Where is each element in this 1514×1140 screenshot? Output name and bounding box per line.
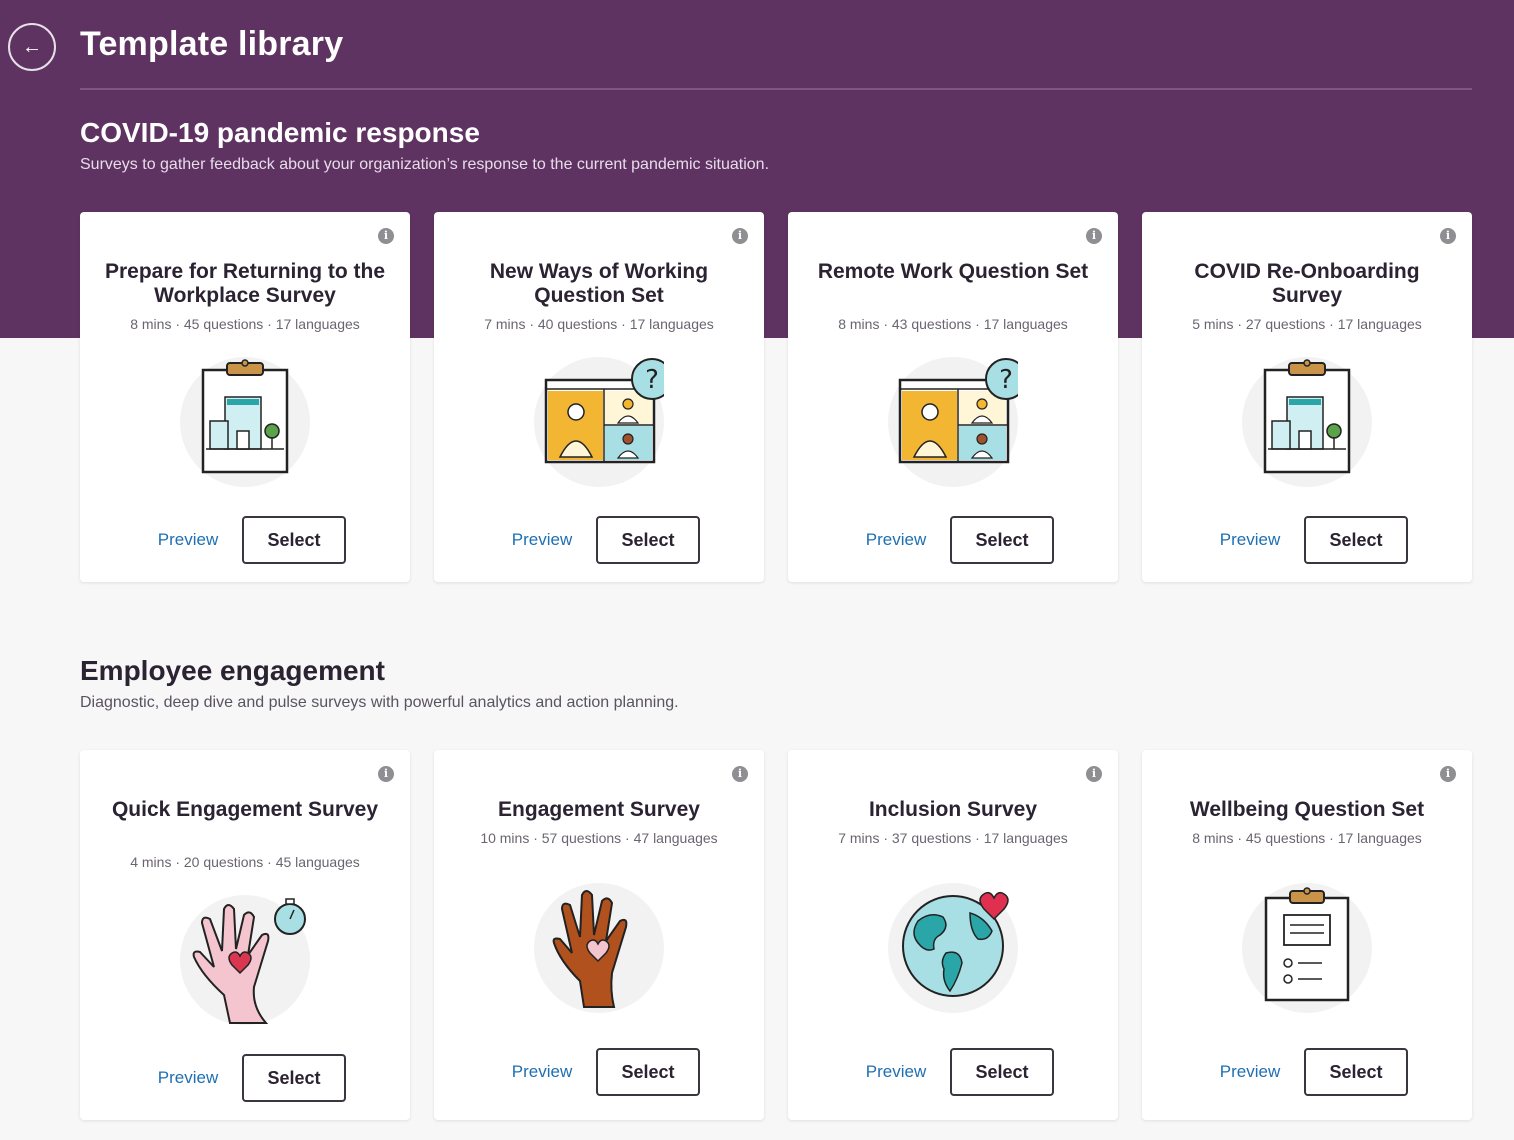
svg-text:?: ?	[645, 365, 659, 395]
clipboard-checklist-icon	[1242, 883, 1372, 1013]
preview-link[interactable]: Preview	[864, 530, 928, 550]
preview-link[interactable]: Preview	[1218, 1062, 1282, 1082]
clipboard-building-icon	[180, 357, 310, 487]
preview-link[interactable]: Preview	[510, 530, 574, 550]
preview-link[interactable]: Preview	[156, 530, 220, 550]
template-card: i New Ways of Working Question Set 7 min…	[434, 212, 764, 582]
template-card: i Prepare for Returning to the Workplace…	[80, 212, 410, 582]
card-meta: 8 mins · 45 questions · 17 languages	[1192, 830, 1422, 846]
select-button[interactable]: Select	[1304, 516, 1408, 564]
template-card: i Engagement Survey 10 mins · 57 questio…	[434, 750, 764, 1120]
card-meta: 5 mins · 27 questions · 17 languages	[1192, 316, 1422, 332]
select-button[interactable]: Select	[1304, 1048, 1408, 1096]
preview-link[interactable]: Preview	[1218, 530, 1282, 550]
preview-link[interactable]: Preview	[864, 1062, 928, 1082]
video-call-question-icon: ?	[888, 357, 1018, 487]
header-divider	[80, 88, 1472, 90]
card-title: Remote Work Question Set	[817, 260, 1089, 283]
preview-link[interactable]: Preview	[510, 1062, 574, 1082]
card-meta: 7 mins · 40 questions · 17 languages	[484, 316, 714, 332]
template-card: i Inclusion Survey 7 mins · 37 questions…	[788, 750, 1118, 1120]
select-button[interactable]: Select	[596, 516, 700, 564]
preview-link[interactable]: Preview	[156, 1068, 220, 1088]
select-button[interactable]: Select	[950, 1048, 1054, 1096]
back-button[interactable]: ←	[8, 23, 56, 71]
info-icon[interactable]: i	[378, 228, 394, 244]
section-title-covid: COVID-19 pandemic response	[80, 117, 480, 148]
card-meta: 8 mins · 45 questions · 17 languages	[130, 316, 360, 332]
clipboard-building-icon	[1242, 357, 1372, 487]
hand-heart-stopwatch-icon	[180, 895, 310, 1025]
card-title: Engagement Survey	[498, 798, 700, 821]
card-title: New Ways of Working Question Set	[489, 260, 709, 307]
template-card: i Remote Work Question Set 8 mins · 43 q…	[788, 212, 1118, 582]
template-card: i COVID Re-Onboarding Survey 5 mins · 27…	[1142, 212, 1472, 582]
info-icon[interactable]: i	[1086, 228, 1102, 244]
info-icon[interactable]: i	[378, 766, 394, 782]
select-button[interactable]: Select	[596, 1048, 700, 1096]
card-meta: 10 mins · 57 questions · 47 languages	[480, 830, 718, 846]
select-button[interactable]: Select	[950, 516, 1054, 564]
section-title-engagement: Employee engagement	[80, 655, 385, 686]
info-icon[interactable]: i	[732, 766, 748, 782]
card-title: Wellbeing Question Set	[1189, 798, 1425, 821]
select-button[interactable]: Select	[242, 1054, 346, 1102]
card-meta: 4 mins · 20 questions · 45 languages	[130, 854, 360, 870]
section-description-covid: Surveys to gather feedback about your or…	[80, 156, 770, 173]
template-card: i Quick Engagement Survey 4 mins · 20 qu…	[80, 750, 410, 1120]
card-meta: 7 mins · 37 questions · 17 languages	[838, 830, 1068, 846]
svg-text:?: ?	[999, 365, 1013, 395]
page-title: Template library	[80, 25, 344, 63]
info-icon[interactable]: i	[1440, 228, 1456, 244]
card-title: Inclusion Survey	[868, 798, 1038, 821]
video-call-question-icon: ?	[534, 357, 664, 487]
card-title: Prepare for Returning to the Workplace S…	[104, 260, 386, 307]
card-title: COVID Re-Onboarding Survey	[1194, 260, 1420, 307]
info-icon[interactable]: i	[1440, 766, 1456, 782]
hand-heart-icon	[534, 883, 664, 1013]
globe-heart-icon	[888, 883, 1018, 1013]
template-card: i Wellbeing Question Set 8 mins · 45 que…	[1142, 750, 1472, 1120]
select-button[interactable]: Select	[242, 516, 346, 564]
card-title: Quick Engagement Survey	[111, 798, 379, 821]
info-icon[interactable]: i	[732, 228, 748, 244]
arrow-left-icon: ←	[22, 36, 42, 58]
info-icon[interactable]: i	[1086, 766, 1102, 782]
section-description-engagement: Diagnostic, deep dive and pulse surveys …	[80, 694, 679, 711]
card-meta: 8 mins · 43 questions · 17 languages	[838, 316, 1068, 332]
